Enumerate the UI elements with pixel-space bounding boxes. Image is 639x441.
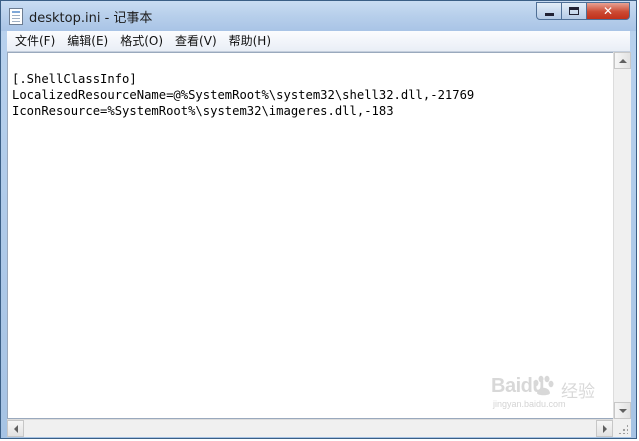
scroll-right-button[interactable] (596, 420, 613, 437)
maximize-icon (569, 7, 579, 15)
arrow-up-icon (618, 58, 627, 63)
notepad-icon[interactable] (9, 8, 23, 25)
window-title: desktop.ini - 记事本 (29, 11, 153, 26)
horizontal-scrollbar[interactable] (7, 419, 613, 437)
resize-grip[interactable] (613, 419, 631, 437)
arrow-right-icon (602, 424, 607, 433)
close-icon: ✕ (602, 4, 614, 18)
vertical-scrollbar[interactable] (613, 52, 631, 419)
scroll-up-button[interactable] (614, 52, 631, 69)
caption-buttons: ✕ (536, 2, 630, 21)
title-bar[interactable]: desktop.ini - 记事本 ✕ (1, 1, 636, 31)
editor-line: IconResource=%SystemRoot%\system32\image… (12, 104, 394, 118)
menu-format[interactable]: 格式(O) (114, 31, 169, 51)
text-editor[interactable]: [.ShellClassInfo] LocalizedResourceName=@… (7, 52, 613, 419)
minimize-icon (544, 12, 554, 16)
menu-bar: 文件(F) 编辑(E) 格式(O) 查看(V) 帮助(H) (7, 31, 630, 52)
arrow-down-icon (618, 408, 627, 413)
editor-line: [.ShellClassInfo] (12, 72, 137, 86)
maximize-button[interactable] (561, 2, 587, 20)
minimize-button[interactable] (536, 2, 562, 20)
editor-content[interactable]: [.ShellClassInfo] LocalizedResourceName=@… (12, 71, 474, 119)
menu-edit[interactable]: 编辑(E) (61, 31, 114, 51)
menu-file[interactable]: 文件(F) (7, 31, 61, 51)
menu-help[interactable]: 帮助(H) (223, 31, 277, 51)
scroll-left-button[interactable] (7, 420, 24, 437)
editor-line: LocalizedResourceName=@%SystemRoot%\syst… (12, 88, 475, 102)
arrow-left-icon (13, 424, 18, 433)
menu-view[interactable]: 查看(V) (169, 31, 223, 51)
notepad-window: desktop.ini - 记事本 ✕ 文件(F) 编辑(E) 格式(O) 查看… (0, 0, 637, 439)
scroll-down-button[interactable] (614, 402, 631, 419)
close-button[interactable]: ✕ (586, 2, 630, 20)
